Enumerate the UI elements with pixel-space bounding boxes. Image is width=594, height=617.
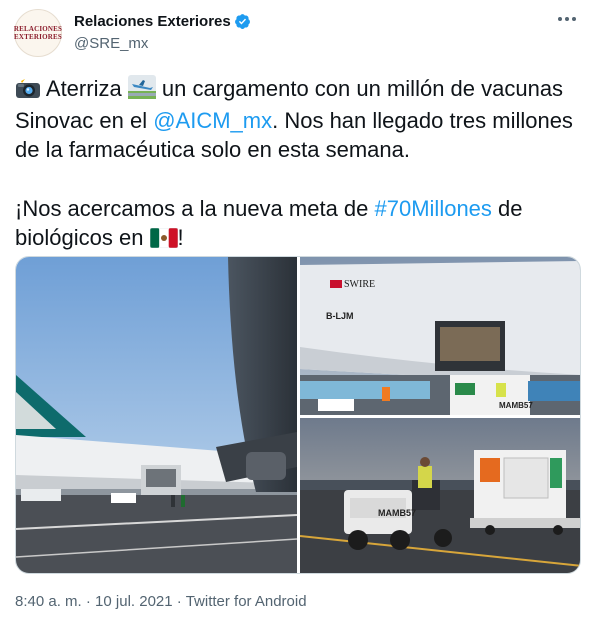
tug-container-code: MAMB57 — [378, 508, 417, 518]
camera-flash-emoji — [15, 77, 41, 106]
display-name[interactable]: Relaciones Exteriores — [74, 13, 231, 30]
tweet-date[interactable]: 10 jul. 2021 — [95, 593, 173, 610]
author-handle[interactable]: @SRE_mx — [74, 35, 148, 52]
cargo-container-code: MAMB57 — [499, 401, 533, 410]
tweet-paragraph-1: Aterriza un cargamento con un millón de … — [15, 75, 573, 162]
airline-label: SWIRE — [344, 279, 376, 290]
aircraft-registration: B-LJM — [326, 311, 354, 321]
hashtag-link[interactable]: #70Millones — [375, 196, 492, 221]
airplane-arriving-emoji — [127, 75, 156, 106]
tweet-source[interactable]: Twitter for Android — [186, 593, 307, 610]
tweet-time[interactable]: 8:40 a. m. — [15, 593, 82, 610]
mention-link[interactable]: @AICM_mx — [153, 108, 272, 133]
author-name-row[interactable]: Relaciones Exteriores — [74, 13, 251, 30]
avatar-logo-text: RELACIONES EXTERIORES — [13, 25, 63, 41]
tweet-text: Aterriza un cargamento con un millón de … — [15, 74, 583, 255]
photo-container-tug[interactable]: MAMB57 — [300, 418, 580, 573]
tweet-metadata: 8:40 a. m. · 10 jul. 2021 · Twitter for … — [15, 593, 307, 610]
tweet-paragraph-2: ¡Nos acercamos a la nueva meta de #70Mil… — [15, 194, 583, 255]
photo-airplane-tarmac[interactable] — [16, 257, 297, 573]
verified-badge-icon — [234, 14, 250, 29]
more-dots-icon[interactable] — [556, 11, 578, 27]
mexico-flag-emoji — [149, 226, 178, 255]
airline-logo-icon — [330, 280, 342, 288]
photo-cargo-loading[interactable]: SWIRE B-LJM MAMB57 — [300, 257, 580, 415]
tweet: RELACIONES EXTERIORES Relaciones Exterio… — [0, 0, 594, 617]
media-grid: SWIRE B-LJM MAMB57 MAMB57 — [15, 256, 581, 574]
avatar[interactable]: RELACIONES EXTERIORES — [14, 9, 62, 57]
